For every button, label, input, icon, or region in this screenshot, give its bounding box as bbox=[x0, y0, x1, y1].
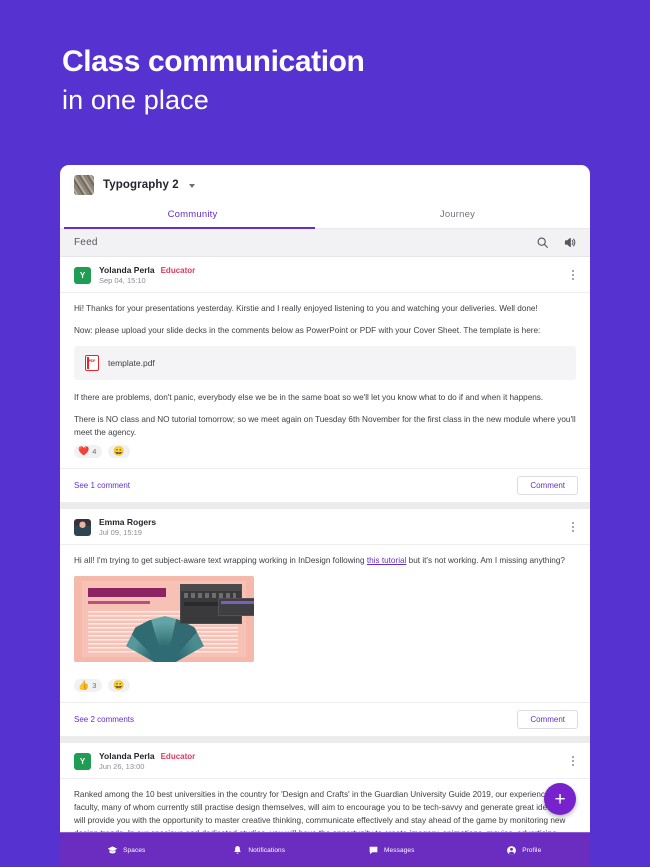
post-footer: See 2 comments Comment bbox=[60, 702, 590, 736]
tutorial-link[interactable]: this tutorial bbox=[367, 556, 407, 565]
post-paragraph: Hi all! I'm trying to get subject-aware … bbox=[74, 554, 576, 567]
post-header: Y Yolanda Perla Educator Sep 04, 15:10 bbox=[60, 257, 590, 293]
post-body: Ranked among the 10 best universities in… bbox=[60, 779, 590, 832]
post-reactions: 👍 3 😀 bbox=[60, 679, 590, 702]
post-author-name: Yolanda Perla bbox=[99, 265, 155, 275]
space-thumbnail-icon bbox=[74, 175, 94, 195]
avatar[interactable] bbox=[74, 518, 91, 536]
add-reaction-icon[interactable]: 😀 bbox=[108, 679, 130, 692]
thumbs-up-icon: 👍 bbox=[78, 680, 90, 690]
plus-icon: + bbox=[554, 788, 566, 810]
post-paragraph: Hi! Thanks for your presentations yester… bbox=[74, 304, 538, 313]
post-item: Emma Rogers Jul 09, 15:19 Hi all! I'm tr… bbox=[60, 509, 590, 736]
tab-community[interactable]: Community bbox=[60, 203, 325, 228]
post-timestamp: Jul 09, 15:19 bbox=[99, 528, 142, 537]
see-comments-link[interactable]: See 2 comments bbox=[74, 715, 134, 724]
feed-list[interactable]: Y Yolanda Perla Educator Sep 04, 15:10 H… bbox=[60, 257, 590, 832]
heart-reaction[interactable]: ❤️ 4 bbox=[74, 445, 103, 458]
hero-section: Class communication in one place bbox=[0, 0, 650, 117]
post-text-after-link: but it's not working. Am I missing anyth… bbox=[406, 556, 565, 565]
avatar[interactable]: Y bbox=[74, 752, 91, 770]
create-post-fab[interactable]: + bbox=[544, 783, 576, 815]
speaker-icon[interactable] bbox=[563, 236, 576, 249]
post-attachment[interactable]: template.pdf bbox=[74, 346, 576, 380]
post-paragraph: If there are problems, don't panic, ever… bbox=[74, 393, 544, 402]
heart-icon: ❤️ bbox=[78, 446, 90, 456]
author-role-badge: Educator bbox=[160, 266, 196, 275]
post-body: Hi all! I'm trying to get subject-aware … bbox=[60, 545, 590, 679]
feed-label: Feed bbox=[74, 237, 98, 248]
post-item: Y Yolanda Perla Educator Sep 04, 15:10 H… bbox=[60, 257, 590, 502]
more-options-icon[interactable] bbox=[570, 753, 576, 769]
post-text-before-link: Hi all! I'm trying to get subject-aware … bbox=[74, 556, 367, 565]
comment-button[interactable]: Comment bbox=[517, 710, 578, 729]
nav-label-notifications: Notifications bbox=[248, 846, 286, 854]
more-options-icon[interactable] bbox=[570, 267, 576, 283]
avatar[interactable]: Y bbox=[74, 266, 91, 284]
nav-item-messages[interactable]: Messages bbox=[325, 845, 458, 856]
pdf-file-icon bbox=[85, 355, 99, 371]
graduation-cap-icon bbox=[107, 845, 118, 856]
post-paragraph: Ranked among the 10 best universities in… bbox=[74, 790, 572, 832]
bottom-navigation: Spaces Notifications Messages Profile bbox=[60, 832, 590, 867]
post-paragraph: Now: please upload your slide decks in t… bbox=[74, 326, 541, 335]
post-author-name: Emma Rogers bbox=[99, 517, 157, 527]
post-paragraph: There is NO class and NO tutorial tomorr… bbox=[74, 415, 576, 437]
post-footer: See 1 comment Comment bbox=[60, 468, 590, 502]
active-tab-indicator bbox=[64, 227, 315, 229]
person-icon bbox=[506, 845, 517, 856]
thumbs-up-reaction[interactable]: 👍 3 bbox=[74, 679, 103, 692]
attachment-filename: template.pdf bbox=[108, 358, 155, 368]
nav-label-profile: Profile bbox=[522, 846, 542, 854]
nav-item-notifications[interactable]: Notifications bbox=[193, 845, 326, 856]
post-timestamp: Jun 26, 13:00 bbox=[99, 762, 145, 771]
app-screenshot-card: Typography 2 Community Journey Feed Y Yo… bbox=[60, 165, 590, 867]
chevron-down-icon[interactable] bbox=[188, 184, 195, 188]
post-header: Emma Rogers Jul 09, 15:19 bbox=[60, 509, 590, 545]
more-options-icon[interactable] bbox=[570, 519, 576, 535]
hero-headline-line2: in one place bbox=[62, 85, 209, 115]
post-header: Y Yolanda Perla Educator Jun 26, 13:00 bbox=[60, 743, 590, 779]
author-role-badge: Educator bbox=[160, 752, 196, 761]
chat-bubble-icon bbox=[368, 845, 379, 856]
bell-icon bbox=[232, 845, 243, 856]
nav-label-messages: Messages bbox=[384, 846, 415, 854]
see-comments-link[interactable]: See 1 comment bbox=[74, 481, 130, 490]
tab-journey[interactable]: Journey bbox=[325, 203, 590, 228]
feed-toolbar: Feed bbox=[60, 229, 590, 257]
hero-headline-line1: Class communication bbox=[62, 45, 365, 78]
space-title: Typography 2 bbox=[103, 179, 179, 191]
reaction-count: 4 bbox=[92, 447, 97, 456]
space-header[interactable]: Typography 2 bbox=[60, 165, 590, 203]
nav-label-spaces: Spaces bbox=[123, 846, 146, 854]
comment-button[interactable]: Comment bbox=[517, 476, 578, 495]
post-reactions: ❤️ 4 😀 bbox=[60, 445, 590, 468]
post-item: Y Yolanda Perla Educator Jun 26, 13:00 R… bbox=[60, 743, 590, 832]
post-author-name: Yolanda Perla bbox=[99, 751, 155, 761]
nav-item-spaces[interactable]: Spaces bbox=[60, 845, 193, 856]
post-image[interactable] bbox=[74, 576, 254, 662]
add-reaction-icon[interactable]: 😀 bbox=[108, 445, 130, 458]
nav-item-profile[interactable]: Profile bbox=[458, 845, 591, 856]
search-icon[interactable] bbox=[536, 236, 549, 249]
post-timestamp: Sep 04, 15:10 bbox=[99, 276, 146, 285]
reaction-count: 3 bbox=[92, 681, 97, 690]
tab-bar: Community Journey bbox=[60, 203, 590, 229]
post-body: Hi! Thanks for your presentations yester… bbox=[60, 293, 590, 445]
